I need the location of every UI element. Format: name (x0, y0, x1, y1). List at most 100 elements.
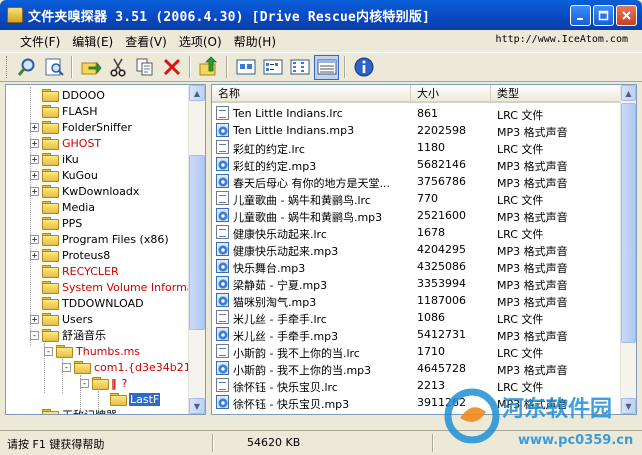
menu-help[interactable]: 帮助(H) (228, 33, 282, 50)
file-name: 徐怀钰 - 快乐宝贝.lrc (233, 381, 338, 394)
large-icons-view-button[interactable] (233, 55, 258, 80)
tree-item[interactable]: RECYCLER (30, 263, 120, 279)
column-header-type[interactable]: 类型 (491, 85, 622, 103)
tree-item[interactable]: + iKu (30, 151, 80, 167)
list-scroll-thumb[interactable] (621, 103, 636, 343)
file-row[interactable]: 小斯韵 - 我不上你的当.mp3 4645728 MP3 格式声音 (212, 360, 622, 377)
tree-item[interactable]: + KwDownloadx (30, 183, 140, 199)
expand-toggle[interactable]: + (30, 138, 39, 148)
toolbar-grip[interactable] (6, 56, 9, 78)
title-bar[interactable]: 文件夹嗅探器 3.51 (2006.4.30) [Drive Rescue内核特… (0, 0, 642, 30)
tree-item-label: Proteus8 (62, 248, 111, 262)
details-view-button[interactable] (314, 54, 339, 80)
tree-item[interactable]: System Volume Informati (30, 279, 202, 295)
collapse-toggle[interactable]: - (44, 346, 53, 356)
cut-icon (109, 58, 126, 77)
minimize-button[interactable] (570, 5, 591, 26)
tree-scroll-thumb[interactable] (189, 155, 205, 330)
small-icons-view-button[interactable] (260, 55, 285, 80)
column-header-size[interactable]: 大小 (411, 85, 491, 103)
expand-toggle[interactable]: + (30, 234, 39, 244)
tree-item[interactable]: - 舒涵音乐 (30, 327, 107, 343)
tree-item[interactable]: Media (30, 199, 96, 215)
expand-toggle[interactable]: + (30, 250, 39, 260)
file-row[interactable]: 小斯韵 - 我不上你的当.lrc 1710 LRC 文件 (212, 343, 622, 360)
file-row[interactable]: 健康快乐动起来.lrc 1678 LRC 文件 (212, 224, 622, 241)
folder-tree[interactable]: DDOOO FLASH + FolderSniffer + GHOST + iKu + KuGou… (5, 84, 206, 415)
tree-item[interactable]: + Proteus8 (30, 247, 111, 263)
audio-file-icon (216, 123, 229, 137)
file-row[interactable]: 猫咪别淘气.mp3 1187006 MP3 格式声音 (212, 292, 622, 309)
tree-item[interactable]: LastF (98, 391, 161, 407)
file-row[interactable]: 米儿丝 - 手牵手.mp3 5412731 MP3 格式声音 (212, 326, 622, 343)
folder-icon (42, 153, 59, 166)
file-row[interactable]: 米儿丝 - 手牵手.lrc 1086 LRC 文件 (212, 309, 622, 326)
cut-button[interactable] (105, 55, 130, 80)
file-row[interactable]: Ten Little Indians.mp3 2202598 MP3 格式声音 (212, 122, 622, 139)
file-row[interactable]: Ten Little Indians.lrc 861 LRC 文件 (212, 105, 622, 122)
maximize-button[interactable] (593, 5, 614, 26)
delete-button[interactable] (159, 55, 184, 80)
about-button[interactable] (351, 55, 376, 80)
file-row[interactable]: 春天后母心 有你的地方是天堂... 3756786 MP3 格式声音 (212, 173, 622, 190)
expand-toggle[interactable]: + (30, 186, 39, 196)
collapse-toggle[interactable]: - (62, 362, 71, 372)
expand-toggle[interactable]: + (30, 170, 39, 180)
toolbar-separator (71, 56, 73, 78)
file-row[interactable]: 健康快乐动起来.mp3 4204295 MP3 格式声音 (212, 241, 622, 258)
tree-item[interactable]: + GHOST (30, 135, 102, 151)
tree-item[interactable]: + Program Files (x86) (30, 231, 170, 247)
list-vertical-scrollbar[interactable]: ▲ ▼ (620, 85, 636, 414)
tree-item[interactable]: FLASH (30, 103, 99, 119)
tree-item[interactable]: + Users (30, 311, 94, 327)
scroll-down-button[interactable]: ▼ (189, 398, 205, 414)
toolbar-separator (189, 56, 191, 78)
list-view-button[interactable] (287, 55, 312, 80)
folder-icon (42, 137, 59, 150)
tree-item-label: com1.{d3e34b21 (94, 360, 191, 374)
file-row[interactable]: 彩虹的约定.lrc 1180 LRC 文件 (212, 139, 622, 156)
tree-item[interactable]: + KuGou (30, 167, 99, 183)
collapse-toggle[interactable]: - (30, 330, 39, 340)
menu-options[interactable]: 选项(O) (173, 33, 228, 50)
tree-item[interactable]: 无敌记牌器 (30, 407, 118, 414)
tree-item[interactable]: - ‖? (80, 375, 128, 391)
column-header-name[interactable]: 名称 (212, 85, 411, 103)
scroll-up-button[interactable]: ▲ (189, 85, 205, 101)
file-row[interactable]: 儿童歌曲 - 娲牛和黄鹂鸟.lrc 770 LRC 文件 (212, 190, 622, 207)
tree-item[interactable]: DDOOO (30, 87, 106, 103)
close-button[interactable] (616, 5, 637, 26)
expand-toggle[interactable]: + (30, 154, 39, 164)
file-row[interactable]: 梁静茹 - 宁夏.mp3 3353994 MP3 格式声音 (212, 275, 622, 292)
scan-button[interactable] (41, 55, 66, 80)
expand-toggle[interactable]: + (30, 314, 39, 324)
folder-icon (74, 361, 91, 374)
collapse-toggle[interactable]: - (80, 378, 89, 388)
export-button[interactable] (78, 55, 103, 80)
menu-file[interactable]: 文件(F) (14, 33, 66, 50)
tree-item[interactable]: PPS (30, 215, 83, 231)
list-scroll-up-button[interactable]: ▲ (621, 85, 636, 101)
tree-item[interactable]: + FolderSniffer (30, 119, 133, 135)
copy-button[interactable] (132, 55, 157, 80)
website-link[interactable]: http://www.IceAtom.com (496, 34, 628, 45)
close-icon (622, 11, 631, 20)
tree-item[interactable]: - Thumbs.ms (44, 343, 141, 359)
file-type: MP3 格式声音 (497, 126, 568, 139)
folder-icon (42, 185, 59, 198)
menu-edit[interactable]: 编辑(E) (66, 33, 119, 50)
expand-toggle[interactable]: + (30, 122, 39, 132)
find-button[interactable] (14, 55, 39, 80)
menu-view[interactable]: 查看(V) (119, 33, 173, 50)
tree-item[interactable]: TDDOWNLOAD (30, 295, 145, 311)
file-row[interactable]: 快乐舞台.mp3 4325086 MP3 格式声音 (212, 258, 622, 275)
status-hint: 请按 F1 键获得帮助 (7, 438, 105, 451)
up-folder-button[interactable] (196, 55, 221, 80)
tree-vertical-scrollbar[interactable]: ▲ ▼ (188, 85, 205, 414)
file-row[interactable]: 彩虹的约定.mp3 5682146 MP3 格式声音 (212, 156, 622, 173)
tree-item[interactable]: - com1.{d3e34b21 (62, 359, 192, 375)
file-type: LRC 文件 (497, 347, 544, 360)
file-list[interactable]: 名称 大小 类型 Ten Little Indians.lrc 861 LRC 文件… (211, 84, 637, 415)
file-row[interactable]: 儿童歌曲 - 娲牛和黄鹂鸟.mp3 2521600 MP3 格式声音 (212, 207, 622, 224)
file-name: Ten Little Indians.mp3 (233, 124, 355, 137)
